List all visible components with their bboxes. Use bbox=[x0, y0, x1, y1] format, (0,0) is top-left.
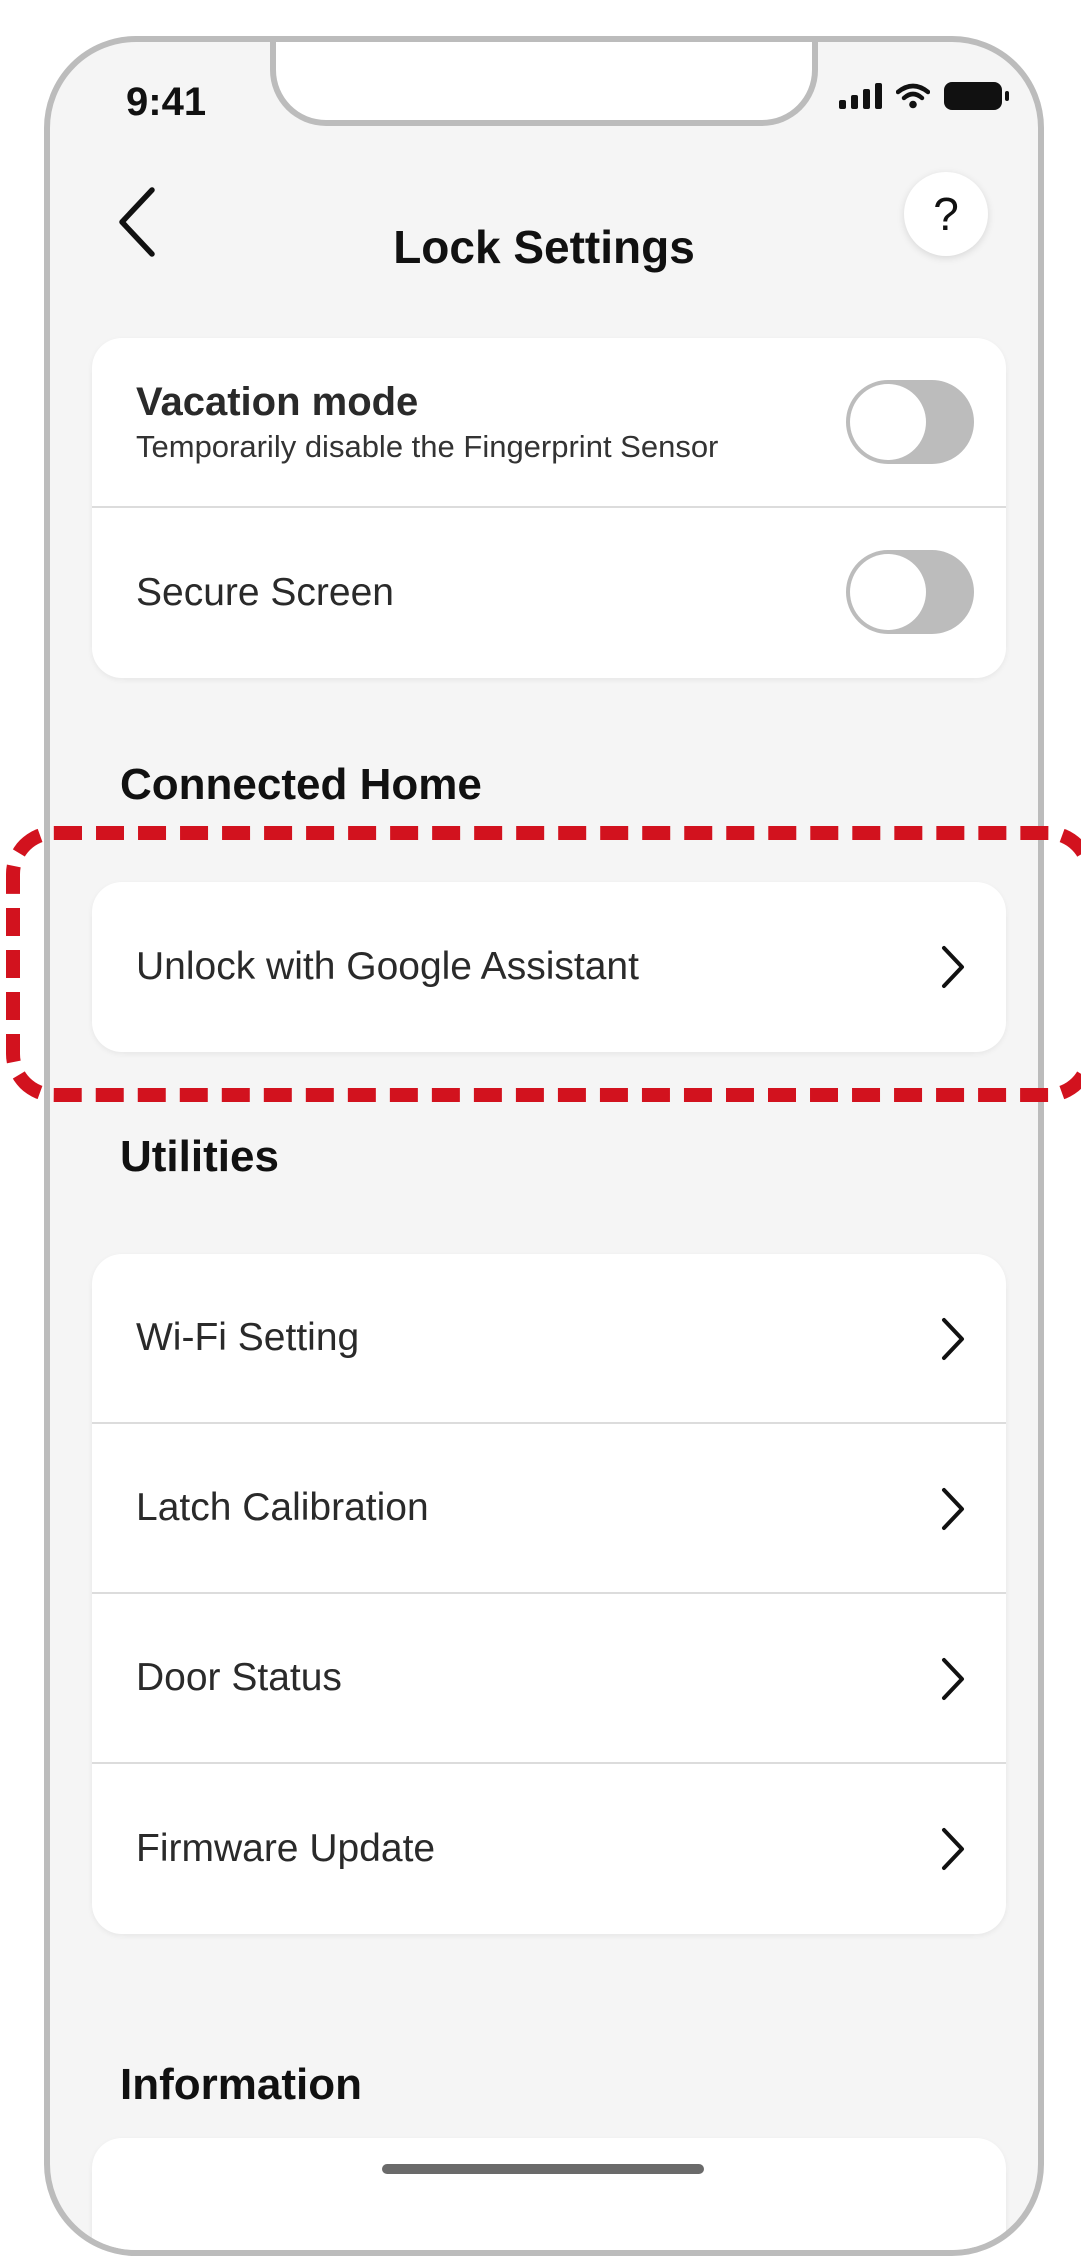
utilities-card: Wi-Fi Setting Latch Calibration Door Sta… bbox=[92, 1254, 1006, 1934]
phone-frame: 9:41 Lock Settings ? Vacation mode Tempo… bbox=[44, 36, 1044, 2256]
utilities-heading: Utilities bbox=[120, 1132, 279, 1181]
status-icons bbox=[839, 82, 1009, 110]
information-heading: Information bbox=[120, 2060, 362, 2109]
chevron-right-icon bbox=[942, 1488, 964, 1530]
wifi-setting-label: Wi-Fi Setting bbox=[136, 1316, 360, 1359]
information-card bbox=[92, 2138, 1006, 2250]
secure-screen-label: Secure Screen bbox=[136, 571, 394, 614]
latch-calibration-row[interactable]: Latch Calibration bbox=[92, 1424, 1006, 1594]
firmware-update-row[interactable]: Firmware Update bbox=[92, 1764, 1006, 1934]
page-title: Lock Settings bbox=[393, 221, 695, 273]
vacation-mode-text: Vacation mode Temporarily disable the Fi… bbox=[136, 380, 718, 465]
chevron-right-icon bbox=[942, 1318, 964, 1360]
door-status-label: Door Status bbox=[136, 1656, 342, 1699]
toggle-knob bbox=[850, 554, 926, 630]
wifi-setting-row[interactable]: Wi-Fi Setting bbox=[92, 1254, 1006, 1424]
settings-card: Vacation mode Temporarily disable the Fi… bbox=[92, 338, 1006, 678]
wifi-icon bbox=[896, 83, 930, 109]
vacation-mode-title: Vacation mode bbox=[136, 379, 419, 424]
highlight-dashed-outline bbox=[6, 826, 1081, 1102]
door-status-row[interactable]: Door Status bbox=[92, 1594, 1006, 1764]
secure-screen-toggle[interactable] bbox=[846, 550, 974, 634]
chevron-right-icon bbox=[942, 1828, 964, 1870]
connected-home-heading: Connected Home bbox=[120, 760, 482, 809]
chevron-right-icon bbox=[942, 1658, 964, 1700]
cellular-signal-icon bbox=[839, 83, 882, 109]
battery-icon bbox=[944, 82, 1009, 110]
secure-screen-row: Secure Screen bbox=[92, 508, 1006, 678]
latch-calibration-label: Latch Calibration bbox=[136, 1486, 429, 1529]
status-time: 9:41 bbox=[126, 80, 207, 124]
vacation-mode-subtitle: Temporarily disable the Fingerprint Sens… bbox=[136, 428, 719, 464]
vacation-mode-row: Vacation mode Temporarily disable the Fi… bbox=[92, 338, 1006, 508]
home-indicator bbox=[382, 2164, 704, 2174]
toggle-knob bbox=[850, 384, 926, 460]
help-button[interactable]: ? bbox=[904, 172, 988, 256]
vacation-mode-toggle[interactable] bbox=[846, 380, 974, 464]
device-notch bbox=[270, 42, 818, 126]
firmware-update-label: Firmware Update bbox=[136, 1827, 436, 1870]
